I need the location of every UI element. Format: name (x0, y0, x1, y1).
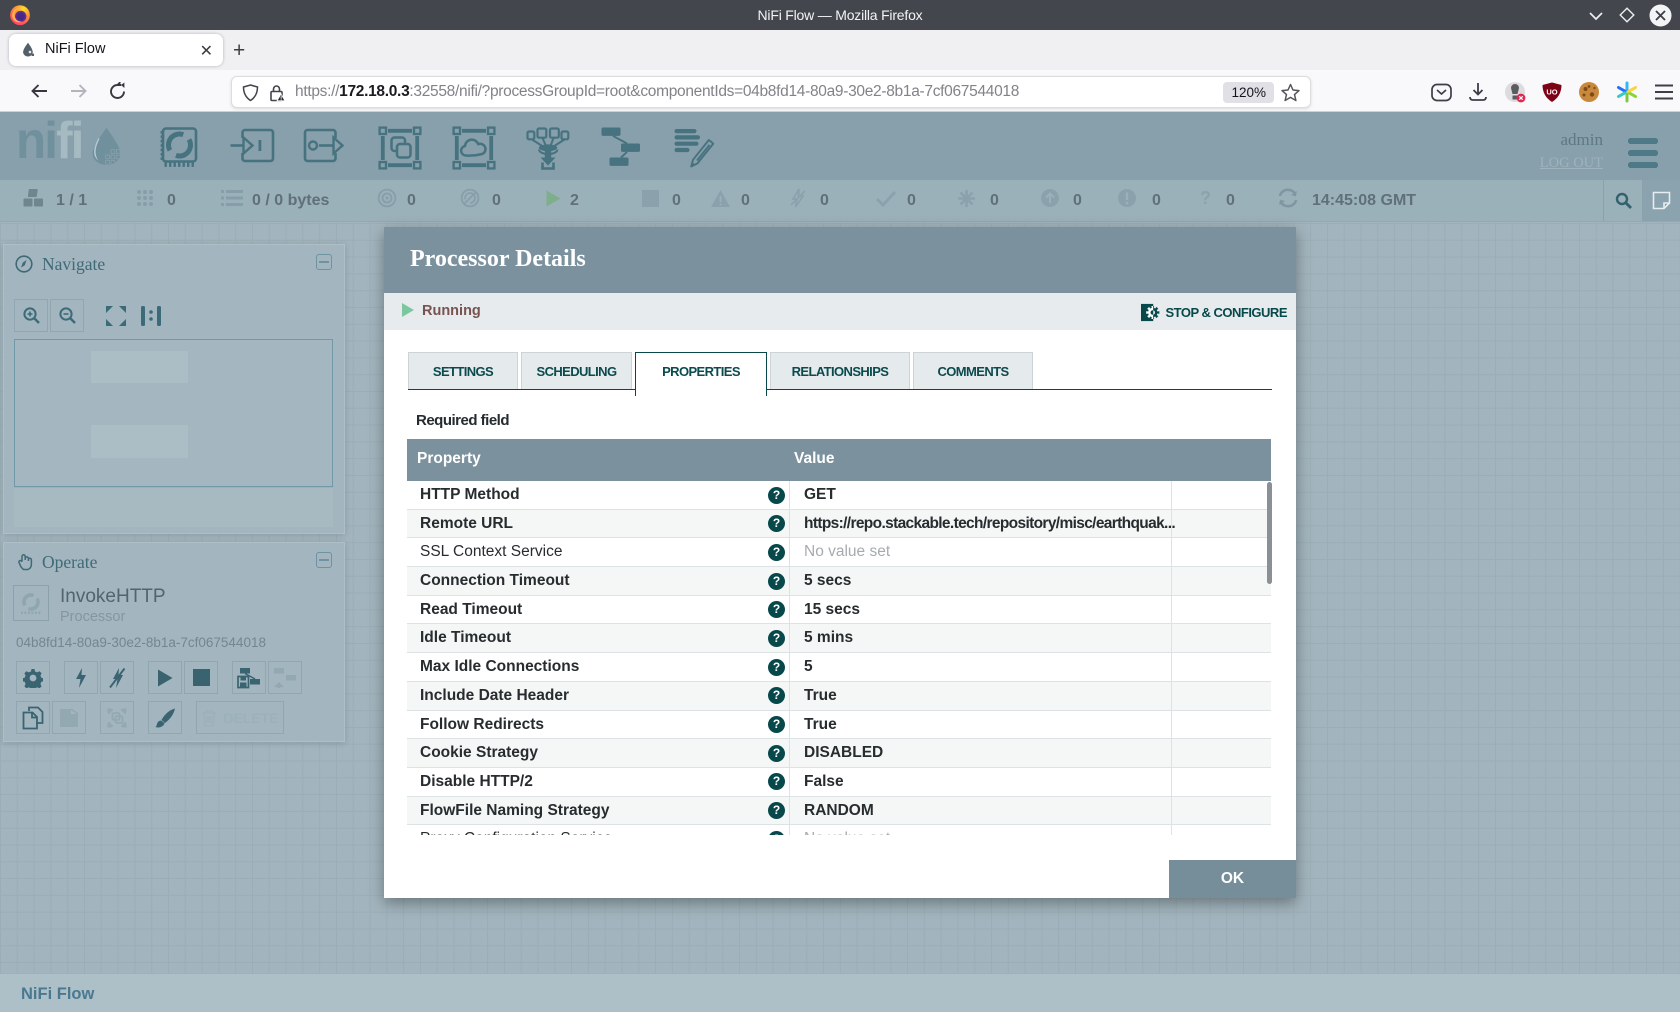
svg-text:UO: UO (1546, 87, 1557, 96)
svg-text:?: ? (1200, 188, 1211, 208)
